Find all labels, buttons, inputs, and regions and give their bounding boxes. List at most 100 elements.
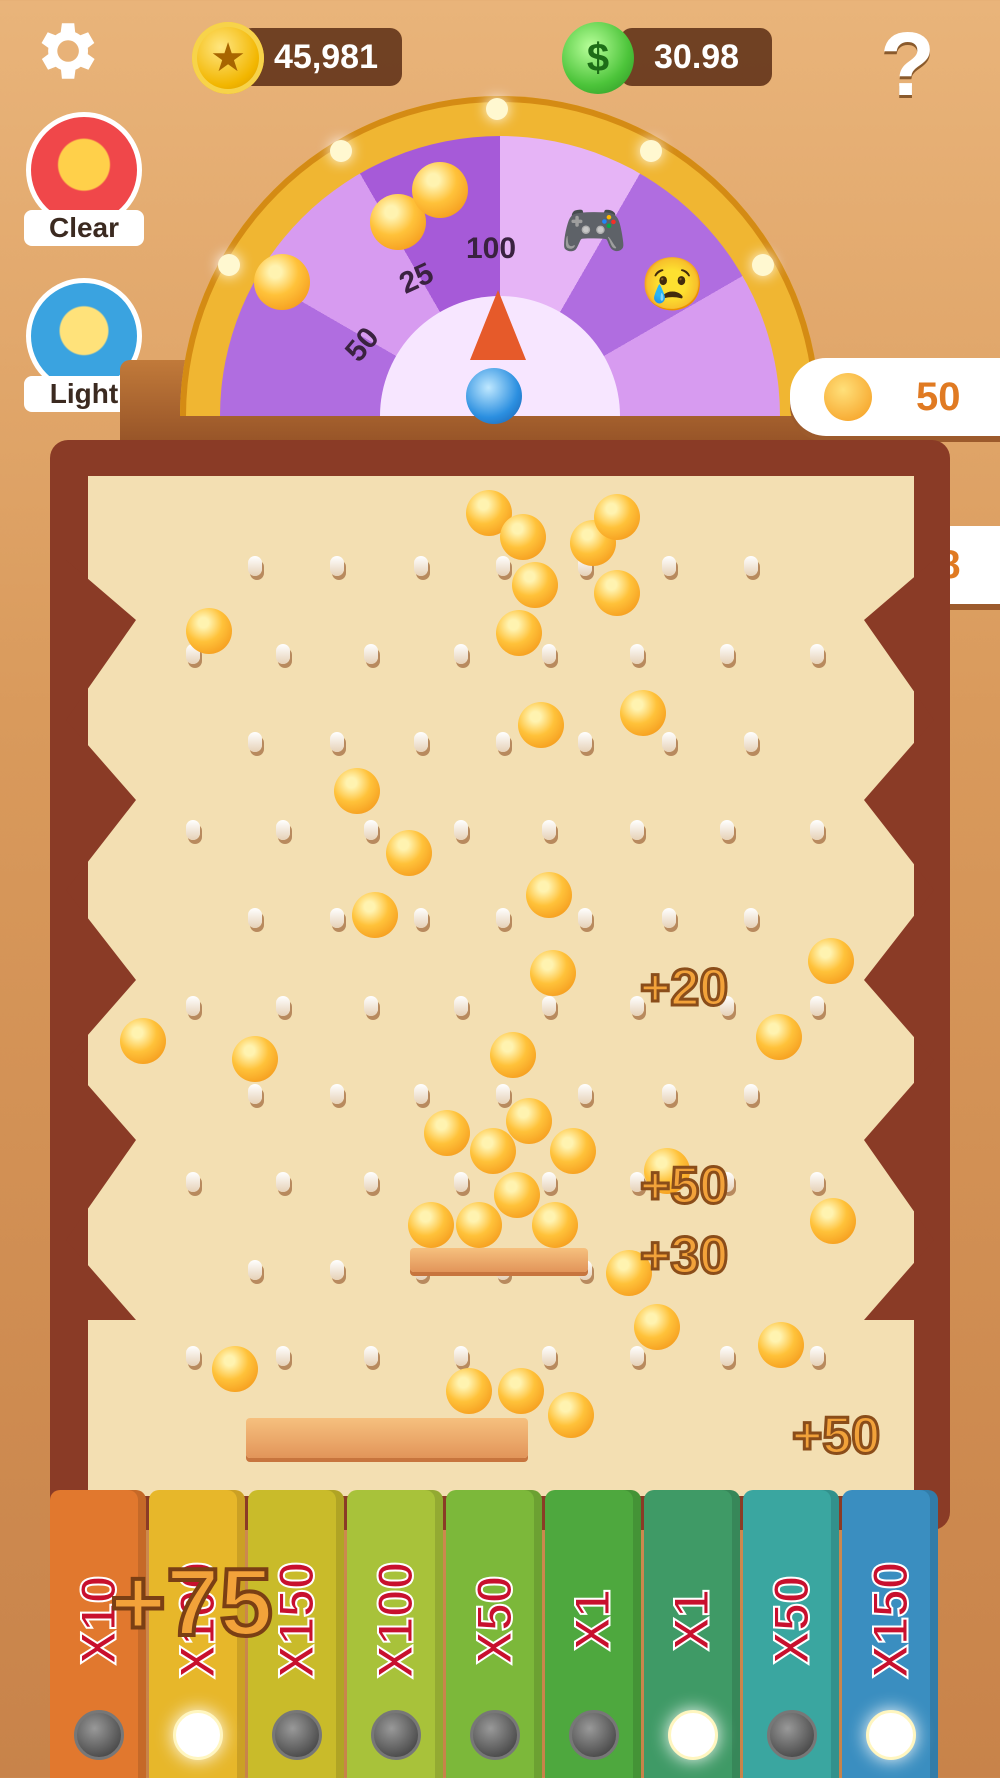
peg xyxy=(630,1346,644,1366)
peg xyxy=(578,732,592,752)
cash-amount: 30.98 xyxy=(654,37,740,76)
peg xyxy=(454,1172,468,1192)
gold-ball xyxy=(500,514,546,560)
gear-icon[interactable] xyxy=(28,14,102,88)
peg xyxy=(542,1172,556,1192)
peg xyxy=(578,908,592,928)
floating-points: +50 xyxy=(790,1406,881,1467)
wheel-star-coin-icon xyxy=(412,162,468,218)
gold-ball xyxy=(334,768,380,814)
floating-points: +50 xyxy=(638,1156,729,1217)
peg xyxy=(364,1172,378,1192)
gold-ball xyxy=(810,1198,856,1244)
clear-label[interactable]: Clear xyxy=(24,210,144,246)
peg xyxy=(364,644,378,664)
gold-ball xyxy=(526,872,572,918)
dollar-coin-icon: $ xyxy=(562,22,634,94)
gold-ball xyxy=(532,1202,578,1248)
reward-value: 50 xyxy=(916,374,961,419)
peg xyxy=(744,908,758,928)
floating-points: +20 xyxy=(638,958,729,1019)
bucket-hole xyxy=(569,1710,619,1760)
gold-ball xyxy=(594,570,640,616)
peg xyxy=(630,820,644,840)
wheel-lamp xyxy=(752,254,774,276)
cash-balance: 30.98 xyxy=(620,28,772,86)
bucket-hole xyxy=(767,1710,817,1760)
peg xyxy=(330,556,344,576)
wheel-label: 100 xyxy=(466,232,517,265)
peg xyxy=(630,644,644,664)
bucket-multiplier: X1 xyxy=(564,1588,622,1651)
peg xyxy=(454,996,468,1016)
platform xyxy=(410,1248,588,1272)
peg xyxy=(248,1084,262,1104)
peg xyxy=(542,996,556,1016)
gold-ball xyxy=(756,1014,802,1060)
peg xyxy=(720,1346,734,1366)
multiplier-bucket: X1 xyxy=(545,1490,641,1778)
gold-ball xyxy=(470,1128,516,1174)
peg xyxy=(186,1172,200,1192)
peg xyxy=(364,996,378,1016)
peg xyxy=(364,820,378,840)
help-button[interactable]: ? xyxy=(880,14,935,117)
peg xyxy=(276,820,290,840)
gold-ball xyxy=(386,830,432,876)
bucket-multiplier: X100 xyxy=(366,1561,424,1680)
peg xyxy=(248,908,262,928)
gold-ball xyxy=(634,1304,680,1350)
coin-balance: 45,981 xyxy=(240,28,402,86)
peg xyxy=(744,556,758,576)
left-zigzag-wall xyxy=(66,560,136,1320)
bucket-hole xyxy=(272,1710,322,1760)
peg xyxy=(186,820,200,840)
multiplier-bucket: X50 xyxy=(446,1490,542,1778)
peg xyxy=(744,1084,758,1104)
gold-ball xyxy=(408,1202,454,1248)
peg xyxy=(330,908,344,928)
gold-ball xyxy=(506,1098,552,1144)
peg xyxy=(248,732,262,752)
bucket-multiplier: X1 xyxy=(663,1588,721,1651)
gold-ball xyxy=(456,1202,502,1248)
gold-ball xyxy=(758,1322,804,1368)
launch-ball xyxy=(466,368,522,424)
peg xyxy=(810,644,824,664)
wheel-lamp xyxy=(486,98,508,120)
peg xyxy=(414,556,428,576)
bucket-multiplier: X150 xyxy=(861,1561,919,1680)
peg xyxy=(186,996,200,1016)
gold-ball xyxy=(496,610,542,656)
right-zigzag-wall xyxy=(864,560,934,1320)
peg xyxy=(330,1084,344,1104)
coin-count: 45,981 xyxy=(274,37,378,76)
peg xyxy=(662,1084,676,1104)
peg xyxy=(364,1346,378,1366)
gold-ball xyxy=(518,702,564,748)
peg xyxy=(496,556,510,576)
peg xyxy=(810,996,824,1016)
peg xyxy=(454,820,468,840)
peg xyxy=(276,1172,290,1192)
wheel-pointer xyxy=(470,290,526,360)
peg xyxy=(454,1346,468,1366)
gold-ball xyxy=(512,562,558,608)
peg xyxy=(744,732,758,752)
peg xyxy=(248,1260,262,1280)
peg xyxy=(496,1084,510,1104)
wheel-star-coin-icon xyxy=(254,254,310,310)
gamepad-icon: 🎮 xyxy=(560,201,628,261)
bucket-hole xyxy=(173,1710,223,1760)
multiplier-bucket: X100 xyxy=(347,1490,443,1778)
peg xyxy=(810,1346,824,1366)
gold-ball xyxy=(550,1128,596,1174)
peg xyxy=(720,820,734,840)
wheel-lamp xyxy=(640,140,662,162)
bucket-multiplier: X50 xyxy=(465,1575,523,1666)
star-coin-icon xyxy=(824,373,872,421)
peg xyxy=(542,820,556,840)
gold-ball xyxy=(494,1172,540,1218)
peg xyxy=(542,1346,556,1366)
floating-points: +30 xyxy=(638,1226,729,1287)
